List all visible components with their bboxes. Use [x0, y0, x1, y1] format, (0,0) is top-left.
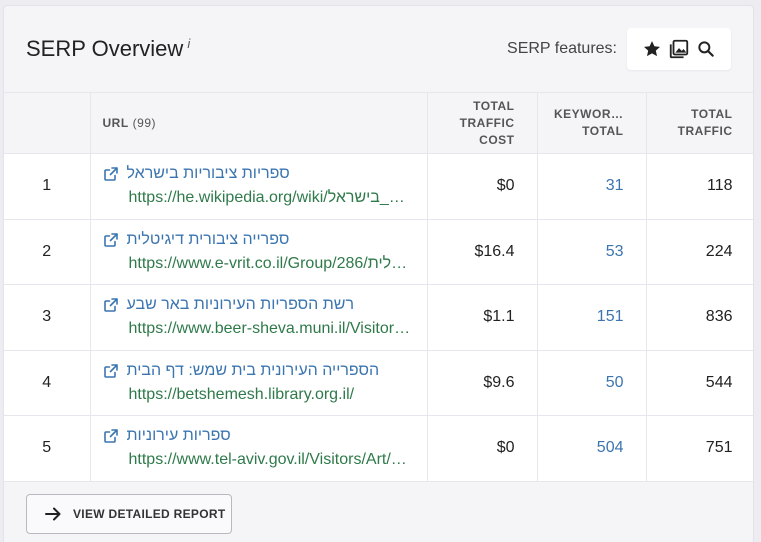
url-cell: רשת הספריות העירוניות באר שבע https://ww… — [89, 284, 428, 351]
total-traffic-cell: 544 — [645, 349, 753, 416]
table-row: 5 ספריות עירוניות https://www.tel-aviv.g… — [4, 415, 753, 482]
traffic-cost-cell: $16.4 — [426, 218, 538, 285]
image-gallery-icon[interactable] — [668, 38, 690, 60]
table-row: 2 ספרייה ציבורית דיגיטלית https://www.e-… — [4, 218, 753, 285]
table-row: 1 ספריות ציבוריות בישראל https://he.wiki… — [4, 153, 753, 220]
external-link-icon[interactable] — [103, 166, 119, 182]
total-traffic-cell: 224 — [645, 218, 753, 285]
serp-table: URL (99) TOTAL TRAFFIC COST KEYWOR… TOTAL… — [4, 92, 753, 482]
result-url-link[interactable]: https://betshemesh.library.org.il/ — [129, 386, 413, 404]
external-link-icon[interactable] — [103, 297, 119, 313]
traffic-cost-cell: $0 — [426, 153, 538, 220]
rank-cell: 3 — [4, 284, 91, 351]
search-icon[interactable] — [696, 39, 716, 59]
keywords-total-column-header[interactable]: KEYWOR… TOTAL — [536, 92, 647, 154]
card-footer: VIEW DETAILED REPORT — [4, 484, 753, 542]
traffic-cost-cell: $1.1 — [426, 284, 538, 351]
url-cell: הספרייה העירונית בית שמש: דף הבית https:… — [89, 349, 428, 416]
serp-features-label: SERP features: — [507, 40, 617, 57]
result-title-link[interactable]: ספרייה ציבורית דיגיטלית — [127, 231, 290, 249]
traffic-cost-column-header[interactable]: TOTAL TRAFFIC COST — [426, 92, 538, 154]
url-column-header[interactable]: URL (99) — [89, 92, 428, 154]
traffic-cost-cell: $9.6 — [426, 349, 538, 416]
result-url-link[interactable]: https://www.beer-sheva.muni.il/Visitors/… — [129, 320, 413, 338]
total-traffic-column-header[interactable]: TOTAL TRAFFIC — [645, 92, 753, 154]
traffic-cost-cell: $0 — [426, 415, 538, 482]
view-detailed-report-button[interactable]: VIEW DETAILED REPORT — [26, 494, 232, 534]
external-link-icon[interactable] — [103, 363, 119, 379]
table-row: 4 הספרייה העירונית בית שמש: דף הבית http… — [4, 349, 753, 416]
result-title-link[interactable]: הספרייה העירונית בית שמש: דף הבית — [127, 362, 380, 380]
url-cell: ספריות ציבוריות בישראל https://he.wikipe… — [89, 153, 428, 220]
rank-cell: 4 — [4, 349, 91, 416]
table-header-row: URL (99) TOTAL TRAFFIC COST KEYWOR… TOTAL… — [4, 92, 753, 154]
rank-cell: 5 — [4, 415, 91, 482]
result-url-link[interactable]: https://www.e-vrit.co.il/Group/286/ספריי… — [129, 255, 413, 273]
card-title-text: SERP Overview — [26, 36, 184, 61]
total-traffic-cell: 118 — [645, 153, 753, 220]
url-count: (99) — [132, 115, 157, 130]
serp-overview-card: SERP Overview i SERP features: URL (99) TO… — [3, 5, 754, 542]
result-title-link[interactable]: ספריות עירוניות — [127, 427, 231, 445]
rank-cell: 2 — [4, 218, 91, 285]
url-cell: ספריות עירוניות https://www.tel-aviv.gov… — [89, 415, 428, 482]
keywords-total-link[interactable]: 53 — [536, 218, 647, 285]
arrow-right-icon — [45, 507, 61, 521]
url-cell: ספרייה ציבורית דיגיטלית https://www.e-vr… — [89, 218, 428, 285]
info-icon[interactable]: i — [187, 36, 190, 51]
url-header-label: URL — [102, 115, 129, 130]
card-title: SERP Overview i — [26, 36, 190, 62]
result-title-link[interactable]: רשת הספריות העירוניות באר שבע — [127, 296, 355, 314]
total-traffic-cell: 751 — [645, 415, 753, 482]
view-detailed-report-label: VIEW DETAILED REPORT — [73, 507, 226, 521]
rank-column-header — [4, 92, 91, 154]
external-link-icon[interactable] — [103, 428, 119, 444]
table-row: 3 רשת הספריות העירוניות באר שבע https://… — [4, 284, 753, 351]
total-traffic-cell: 836 — [645, 284, 753, 351]
result-url-link[interactable]: https://www.tel-aviv.gov.il/Visitors/Art… — [129, 451, 413, 469]
result-title-link[interactable]: ספריות ציבוריות בישראל — [127, 165, 290, 183]
keywords-total-link[interactable]: 31 — [536, 153, 647, 220]
serp-features-icons — [627, 28, 731, 70]
keywords-total-link[interactable]: 504 — [536, 415, 647, 482]
result-url-link[interactable]: https://he.wikipedia.org/wiki/ספריות_ציב… — [129, 189, 413, 207]
card-header: SERP Overview i SERP features: — [4, 6, 753, 92]
star-icon[interactable] — [642, 39, 662, 59]
rank-cell: 1 — [4, 153, 91, 220]
external-link-icon[interactable] — [103, 232, 119, 248]
keywords-total-link[interactable]: 50 — [536, 349, 647, 416]
keywords-total-link[interactable]: 151 — [536, 284, 647, 351]
